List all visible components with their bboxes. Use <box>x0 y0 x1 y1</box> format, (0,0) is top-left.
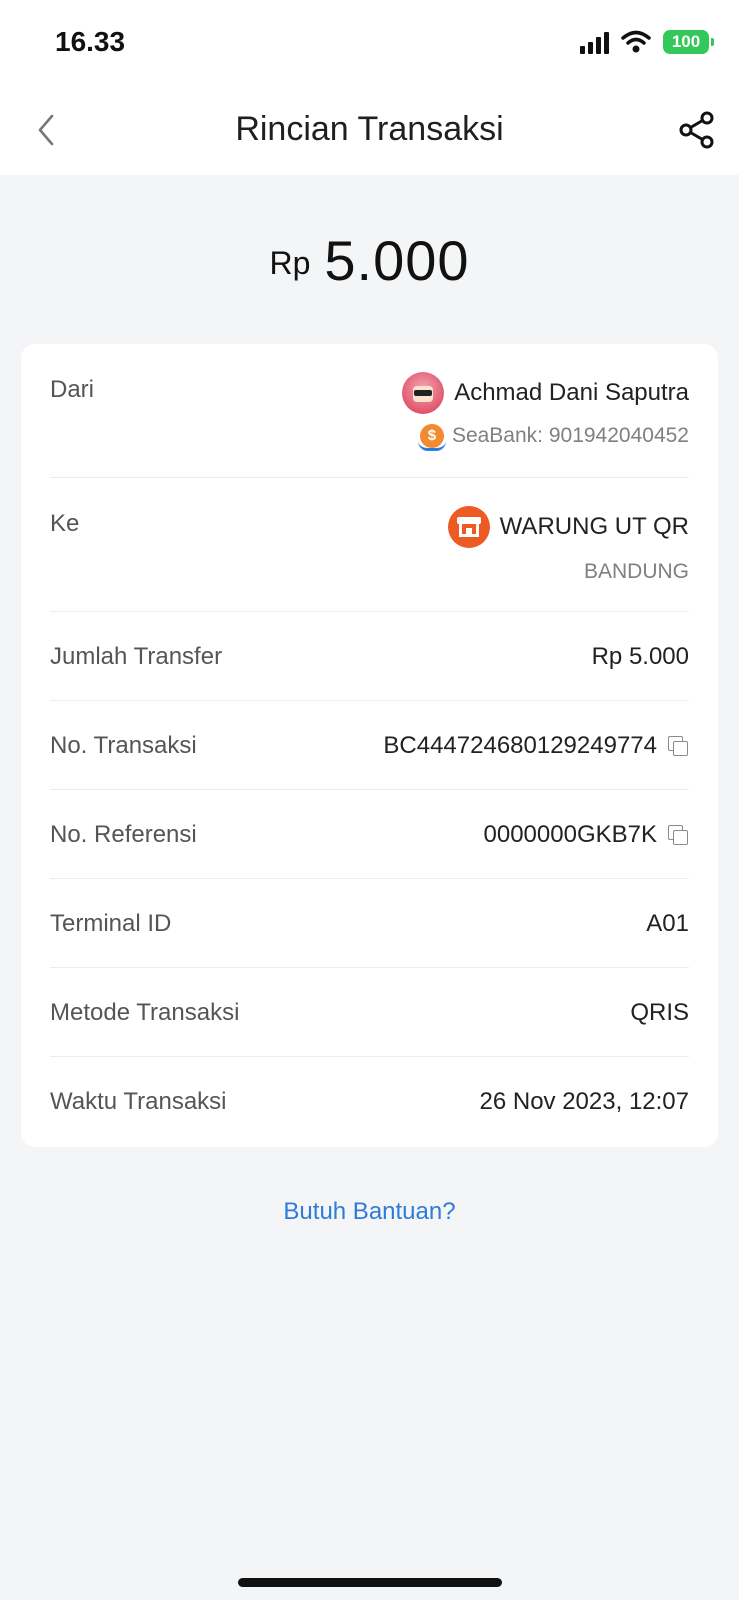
transaction-details-card: Dari Achmad Dani Saputra $ SeaBank: 9019… <box>21 344 718 1147</box>
detail-label: Jumlah Transfer <box>50 643 223 670</box>
detail-row-amount: Jumlah Transfer Rp 5.000 <box>50 612 689 701</box>
amount-currency: Rp <box>269 245 311 281</box>
detail-row-time: Waktu Transaksi 26 Nov 2023, 12:07 <box>50 1057 689 1147</box>
from-account-line: $ SeaBank: 901942040452 <box>417 424 689 451</box>
avatar <box>402 372 445 414</box>
signal-icon <box>580 30 609 54</box>
copy-icon[interactable] <box>667 735 689 757</box>
reference-no: 0000000GKB7K <box>483 821 657 848</box>
share-icon <box>679 111 714 149</box>
detail-value: 26 Nov 2023, 12:07 <box>479 1088 690 1115</box>
detail-label: Waktu Transaksi <box>50 1088 227 1115</box>
share-button[interactable] <box>677 110 717 150</box>
detail-label: No. Referensi <box>50 821 197 848</box>
seabank-icon: $ <box>417 424 446 451</box>
to-city: BANDUNG <box>583 560 689 583</box>
detail-value: A01 <box>646 910 689 937</box>
detail-row-terminal-id: Terminal ID A01 <box>50 879 689 968</box>
detail-value-line: 0000000GKB7K <box>484 821 689 849</box>
page-title: Rincian Transaksi <box>235 110 504 148</box>
battery-icon: 100 <box>663 30 714 54</box>
detail-value: QRIS <box>630 999 689 1026</box>
detail-row-transaction-no: No. Transaksi BC444724680129249774 <box>50 701 689 790</box>
status-time: 16.33 <box>55 26 126 57</box>
detail-label: No. Transaksi <box>50 732 197 759</box>
detail-label: Metode Transaksi <box>50 999 240 1026</box>
detail-row-method: Metode Transaksi QRIS <box>50 968 689 1057</box>
transaction-no: BC444724680129249774 <box>383 732 657 759</box>
help-link[interactable]: Butuh Bantuan? <box>0 1198 739 1226</box>
to-name-line: WARUNG UT QR <box>447 506 689 548</box>
to-label: Ke <box>50 510 80 537</box>
detail-value: Rp 5.000 <box>591 643 689 670</box>
to-name: WARUNG UT QR <box>499 513 689 540</box>
home-indicator[interactable] <box>238 1578 502 1587</box>
detail-label: Terminal ID <box>50 910 172 937</box>
copy-icon[interactable] <box>667 824 689 846</box>
wifi-icon <box>621 30 651 53</box>
detail-value-line: BC444724680129249774 <box>383 732 689 760</box>
amount-value: 5.000 <box>324 229 470 292</box>
transaction-amount: Rp 5.000 <box>0 228 739 293</box>
status-icons: 100 <box>580 30 714 54</box>
top-bar: 16.33 100 Rincian Transaksi <box>0 0 739 175</box>
detail-row-reference-no: No. Referensi 0000000GKB7K <box>50 790 689 879</box>
from-name-line: Achmad Dani Saputra <box>402 372 689 414</box>
from-account: SeaBank: 901942040452 <box>451 424 689 447</box>
from-label: Dari <box>50 376 95 403</box>
to-row: Ke WARUNG UT QR BANDUNG <box>50 478 689 612</box>
from-name: Achmad Dani Saputra <box>454 379 689 406</box>
from-row: Dari Achmad Dani Saputra $ SeaBank: 9019… <box>50 344 689 478</box>
store-icon <box>447 506 490 548</box>
